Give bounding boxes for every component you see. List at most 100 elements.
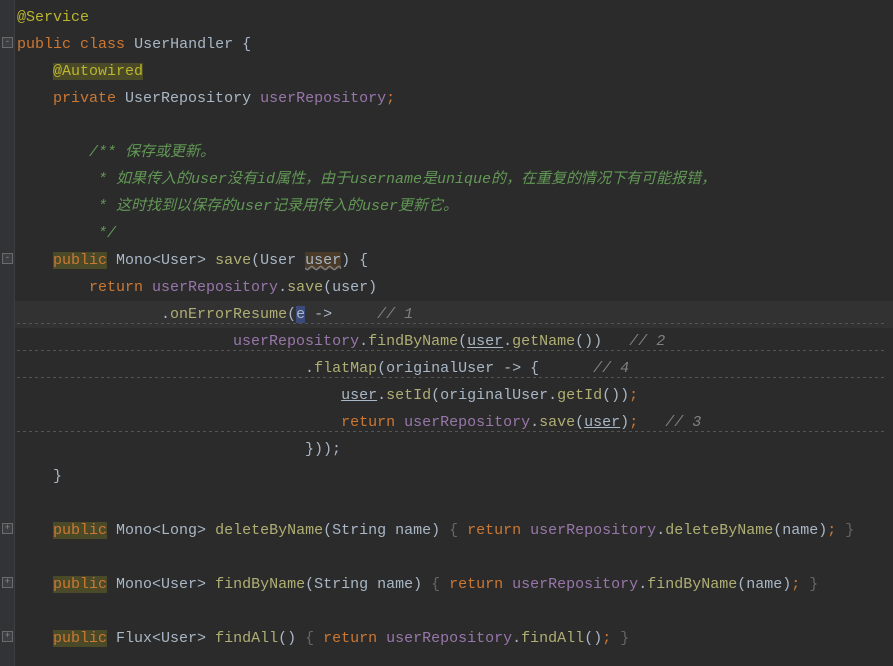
- code-line[interactable]: public Mono<User> findByName(String name…: [17, 571, 893, 598]
- brace: }: [836, 522, 854, 539]
- keyword-return: return: [314, 630, 377, 647]
- brace: {: [233, 36, 251, 53]
- code-line[interactable]: .onErrorResume(e -> // 1: [17, 301, 893, 328]
- code-line[interactable]: .flatMap(originalUser -> { // 4: [17, 355, 893, 382]
- field: userRepository: [260, 90, 386, 107]
- semicolon: ;: [827, 522, 836, 539]
- dot: .: [359, 333, 368, 350]
- brace: }: [53, 468, 62, 485]
- var-ref: user: [584, 414, 620, 431]
- blank-line[interactable]: [17, 112, 893, 139]
- dot: .: [656, 522, 665, 539]
- lambda-param: e: [296, 306, 305, 323]
- code-line[interactable]: public class UserHandler {: [17, 31, 893, 58]
- dot: .: [305, 360, 314, 377]
- code-editor[interactable]: - - + + + @Service public class UserHand…: [0, 0, 893, 666]
- params: (String name): [323, 522, 440, 539]
- method-call: flatMap: [314, 360, 377, 377]
- keyword-public: public: [53, 252, 107, 269]
- method-name: findByName: [206, 576, 305, 593]
- comment: // 3: [638, 414, 701, 431]
- arrow: ->: [305, 306, 332, 323]
- gutter: - - + + +: [0, 0, 15, 666]
- dot: .: [512, 630, 521, 647]
- javadoc: */: [89, 225, 116, 242]
- semicolon: ;: [629, 414, 638, 431]
- semicolon: ;: [629, 387, 638, 404]
- keyword-return: return: [458, 522, 521, 539]
- return-type: Mono<Long>: [107, 522, 206, 539]
- dot: .: [530, 414, 539, 431]
- code-line[interactable]: public Mono<Long> deleteByName(String na…: [17, 517, 893, 544]
- code-area[interactable]: @Service public class UserHandler { @Aut…: [15, 0, 893, 666]
- brace: {: [296, 630, 314, 647]
- code-line[interactable]: @Service: [17, 4, 893, 31]
- dot: .: [503, 333, 512, 350]
- parameter: user: [305, 252, 341, 269]
- brace: {: [422, 576, 440, 593]
- fold-marker[interactable]: +: [2, 523, 13, 534]
- method-call: findByName: [368, 333, 458, 350]
- semicolon: ;: [791, 576, 800, 593]
- dot: .: [161, 306, 170, 323]
- var-ref: user: [341, 387, 377, 404]
- code-line[interactable]: userRepository.findByName(user.getName()…: [17, 328, 893, 355]
- args: (originalUser.: [431, 387, 557, 404]
- field: userRepository: [521, 522, 656, 539]
- params: (): [278, 630, 296, 647]
- field: userRepository: [377, 630, 512, 647]
- comment: // 2: [602, 333, 665, 350]
- code-line[interactable]: }: [17, 463, 893, 490]
- method-call: save: [539, 414, 575, 431]
- code-line[interactable]: */: [17, 220, 893, 247]
- closing: }));: [305, 441, 341, 458]
- var-ref: user: [467, 333, 503, 350]
- fold-marker[interactable]: -: [2, 253, 13, 264]
- code-line[interactable]: * 如果传入的user没有id属性，由于username是unique的，在重复…: [17, 166, 893, 193]
- code-line[interactable]: * 这时找到以保存的user记录用传入的user更新它。: [17, 193, 893, 220]
- method-call: onErrorResume: [170, 306, 287, 323]
- dot: .: [278, 279, 287, 296]
- dot: .: [377, 387, 386, 404]
- method-call: findByName: [647, 576, 737, 593]
- javadoc: * 如果传入的user没有id属性，由于username是unique的，在重复…: [89, 171, 716, 188]
- paren: ()): [602, 387, 629, 404]
- fold-marker[interactable]: +: [2, 577, 13, 588]
- code-line[interactable]: public Flux<User> findAll() { return use…: [17, 625, 893, 652]
- type: UserRepository: [125, 90, 251, 107]
- javadoc: * 这时找到以保存的user记录用传入的user更新它。: [89, 198, 458, 215]
- return-type: Mono<User>: [107, 576, 206, 593]
- keyword-return: return: [440, 576, 503, 593]
- keyword-public: public: [53, 576, 107, 593]
- code-line[interactable]: public Mono<User> save(User user) {: [17, 247, 893, 274]
- code-line[interactable]: return userRepository.save(user): [17, 274, 893, 301]
- code-line[interactable]: @Autowired: [17, 58, 893, 85]
- field: userRepository: [503, 576, 638, 593]
- method-call: findAll: [521, 630, 584, 647]
- brace: }: [800, 576, 818, 593]
- fold-marker[interactable]: -: [2, 37, 13, 48]
- code-line[interactable]: user.setId(originalUser.getId());: [17, 382, 893, 409]
- code-line[interactable]: private UserRepository userRepository;: [17, 85, 893, 112]
- code-line[interactable]: /** 保存或更新。: [17, 139, 893, 166]
- method-call: getId: [557, 387, 602, 404]
- blank-line[interactable]: [17, 598, 893, 625]
- fold-marker[interactable]: +: [2, 631, 13, 642]
- paren: (: [575, 414, 584, 431]
- code-line[interactable]: return userRepository.save(user); // 3: [17, 409, 893, 436]
- code-line[interactable]: }));: [17, 436, 893, 463]
- blank-line[interactable]: [17, 544, 893, 571]
- keyword-public: public: [53, 630, 107, 647]
- method-call: save: [287, 279, 323, 296]
- brace: }: [611, 630, 629, 647]
- method-name: deleteByName: [206, 522, 323, 539]
- keyword-private: private: [53, 90, 116, 107]
- args: (user): [323, 279, 377, 296]
- field: userRepository: [143, 279, 278, 296]
- semicolon: ;: [602, 630, 611, 647]
- method-call: deleteByName: [665, 522, 773, 539]
- blank-line[interactable]: [17, 490, 893, 517]
- paren: (: [287, 306, 296, 323]
- args: (name): [737, 576, 791, 593]
- paren: ): [620, 414, 629, 431]
